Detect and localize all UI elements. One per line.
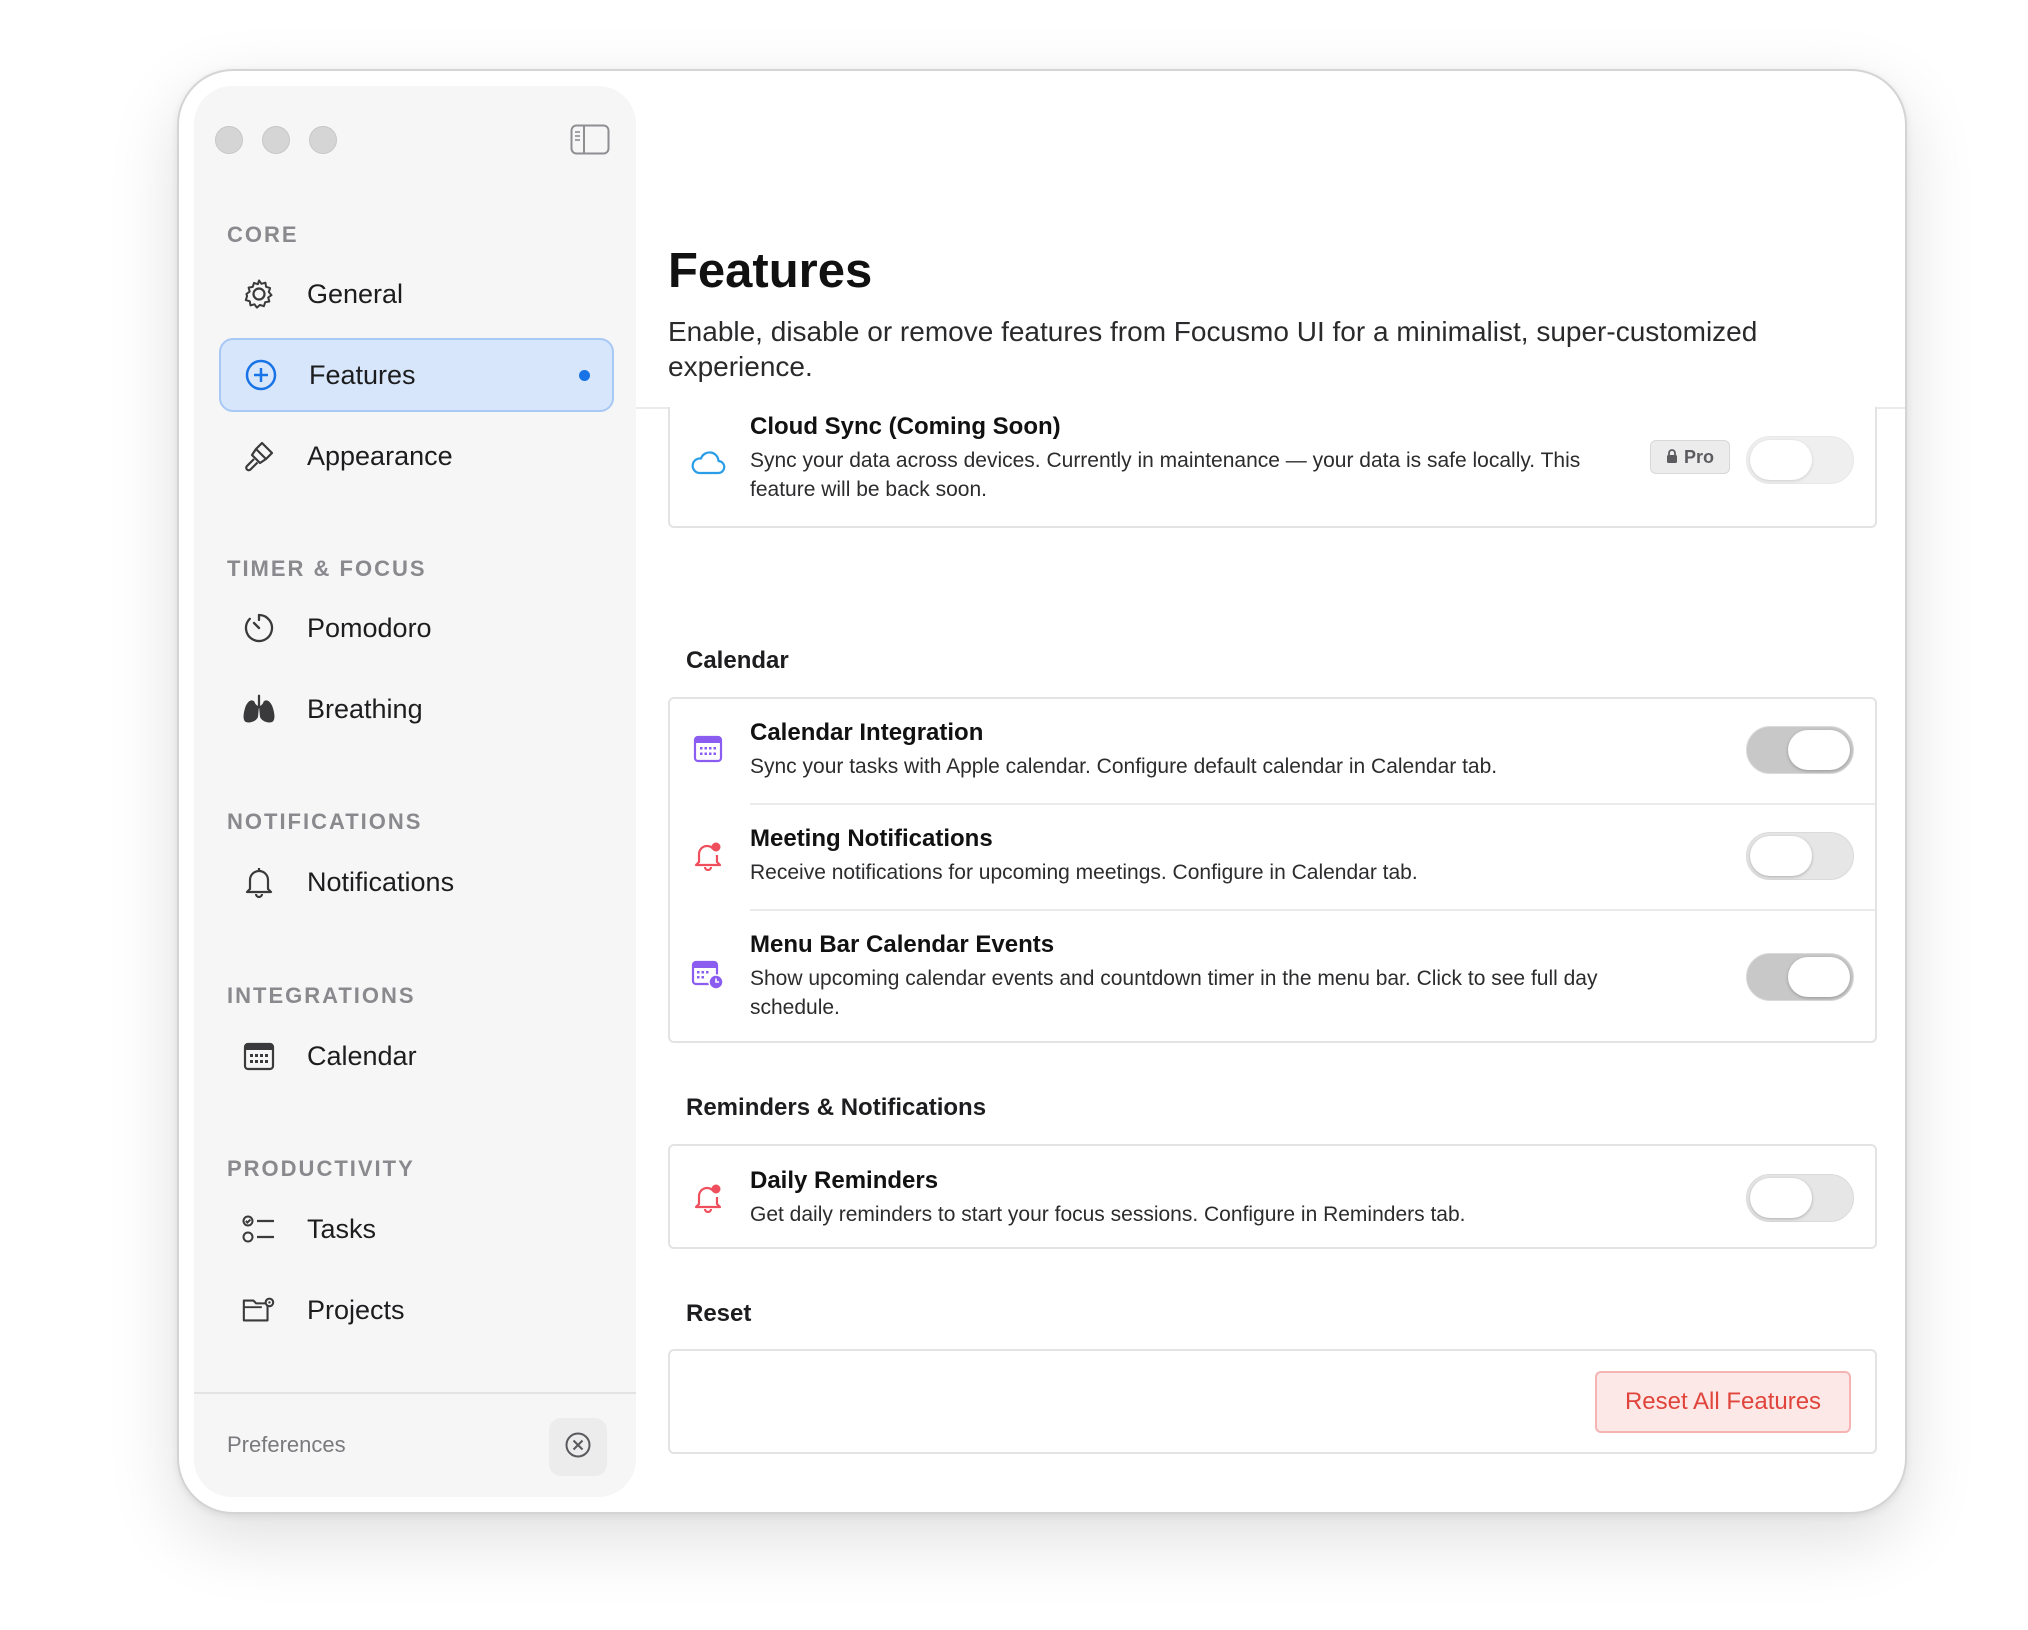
footer-label: Preferences — [227, 1432, 346, 1457]
lock-icon — [1666, 447, 1678, 468]
feature-row-cloud-sync: Cloud Sync (Coming Soon) Sync your data … — [670, 407, 1875, 528]
group-title-reset: Reset — [686, 1300, 752, 1327]
sidebar-item-notifications[interactable]: Notifications — [219, 845, 614, 919]
feature-row-daily-reminders: Daily Reminders Get daily reminders to s… — [670, 1146, 1875, 1251]
sidebar: CORE General Features Appearance TIMER &… — [194, 86, 636, 1497]
feature-title: Menu Bar Calendar Events — [750, 931, 1055, 958]
close-window-button[interactable] — [215, 126, 243, 154]
calendar-clock-icon — [690, 957, 726, 993]
toggle-knob — [1750, 836, 1812, 876]
zoom-window-button[interactable] — [309, 126, 337, 154]
feature-title: Daily Reminders — [750, 1167, 939, 1194]
toggle-knob — [1750, 440, 1812, 480]
sidebar-item-label: Tasks — [307, 1213, 377, 1244]
timer-icon — [241, 610, 277, 646]
section-title-core: CORE — [227, 222, 299, 247]
window-controls — [215, 126, 337, 154]
section-title-integrations: INTEGRATIONS — [227, 983, 416, 1008]
pro-badge: Pro — [1650, 440, 1730, 474]
section-title-notifications: NOTIFICATIONS — [227, 809, 423, 834]
meeting-notifications-toggle[interactable] — [1746, 832, 1854, 880]
toggle-knob — [1788, 730, 1850, 770]
bell-badge-icon — [690, 837, 726, 873]
feature-description: Receive notifications for upcoming meeti… — [750, 861, 1418, 884]
sidebar-item-label: Features — [309, 359, 416, 390]
feature-title: Meeting Notifications — [750, 825, 993, 852]
group-title-reminders: Reminders & Notifications — [686, 1094, 987, 1121]
cloud-icon — [690, 445, 726, 481]
reminders-card: Daily Reminders Get daily reminders to s… — [668, 1144, 1877, 1249]
main-content: Features Enable, disable or remove featu… — [636, 71, 1905, 1512]
close-circle-icon — [564, 1431, 592, 1464]
cloud-sync-card: Cloud Sync (Coming Soon) Sync your data … — [668, 407, 1877, 528]
lungs-icon — [241, 691, 277, 727]
group-title-calendar: Calendar — [686, 647, 789, 674]
sidebar-item-label: General — [307, 278, 404, 309]
sidebar-item-tasks[interactable]: Tasks — [219, 1192, 614, 1266]
feature-description: Sync your tasks with Apple calendar. Con… — [750, 755, 1498, 778]
sidebar-item-appearance[interactable]: Appearance — [219, 419, 614, 493]
checklist-icon — [241, 1211, 277, 1247]
toggle-knob — [1750, 1178, 1812, 1218]
feature-row-meeting-notifications: Meeting Notifications Receive notificati… — [670, 805, 1875, 909]
folder-gear-icon — [241, 1292, 277, 1328]
feature-description: Get daily reminders to start your focus … — [750, 1203, 1466, 1226]
preferences-window: CORE General Features Appearance TIMER &… — [177, 69, 1907, 1514]
section-title-productivity: PRODUCTIVITY — [227, 1156, 415, 1181]
feature-row-calendar-integration: Calendar Integration Sync your tasks wit… — [670, 699, 1875, 803]
calendar-integration-toggle[interactable] — [1746, 726, 1854, 774]
plus-circle-icon — [243, 357, 279, 393]
sidebar-item-projects[interactable]: Projects — [219, 1273, 614, 1347]
paintbrush-icon — [241, 438, 277, 474]
calendar-card: Calendar Integration Sync your tasks wit… — [668, 697, 1877, 1043]
feature-title: Cloud Sync (Coming Soon) — [750, 413, 1061, 440]
cloud-sync-toggle[interactable] — [1746, 436, 1854, 484]
active-indicator-dot — [579, 369, 590, 381]
sidebar-item-breathing[interactable]: Breathing — [219, 672, 614, 746]
daily-reminders-toggle[interactable] — [1746, 1174, 1854, 1222]
sidebar-item-pomodoro[interactable]: Pomodoro — [219, 591, 614, 665]
toggle-knob — [1788, 957, 1850, 997]
page-title: Features — [668, 244, 873, 298]
feature-description: Sync your data across devices. Currently… — [750, 449, 1581, 501]
sidebar-item-label: Notifications — [307, 866, 455, 897]
calendar-grid-icon — [690, 731, 726, 767]
gear-icon — [241, 276, 277, 312]
sidebar-item-label: Pomodoro — [307, 612, 432, 643]
bell-icon — [241, 864, 277, 900]
pro-badge-label: Pro — [1683, 446, 1714, 467]
sidebar-item-label: Breathing — [307, 693, 423, 724]
calendar-icon — [241, 1038, 277, 1074]
sidebar-toggle-icon[interactable] — [570, 124, 610, 155]
sidebar-item-label: Appearance — [307, 440, 453, 471]
reset-card: Reset All Features — [668, 1349, 1877, 1454]
sidebar-item-label: Calendar — [307, 1040, 417, 1071]
sidebar-item-calendar[interactable]: Calendar — [219, 1019, 614, 1093]
section-title-timer-focus: TIMER & FOCUS — [227, 556, 427, 581]
menu-bar-calendar-toggle[interactable] — [1746, 953, 1854, 1001]
minimize-window-button[interactable] — [262, 126, 290, 154]
feature-description: Show upcoming calendar events and countd… — [750, 967, 1598, 1019]
feature-title: Calendar Integration — [750, 719, 984, 746]
feature-row-menu-bar-calendar: Menu Bar Calendar Events Show upcoming c… — [670, 911, 1875, 1041]
sidebar-item-general[interactable]: General — [219, 257, 614, 331]
sidebar-item-features[interactable]: Features — [219, 338, 614, 412]
close-preferences-button[interactable] — [549, 1418, 607, 1476]
sidebar-item-label: Projects — [307, 1294, 405, 1325]
reset-all-features-button[interactable]: Reset All Features — [1595, 1371, 1851, 1433]
page-subtitle: Enable, disable or remove features from … — [668, 316, 1758, 382]
bell-badge-icon — [690, 1179, 726, 1215]
sidebar-footer: Preferences — [194, 1392, 636, 1497]
